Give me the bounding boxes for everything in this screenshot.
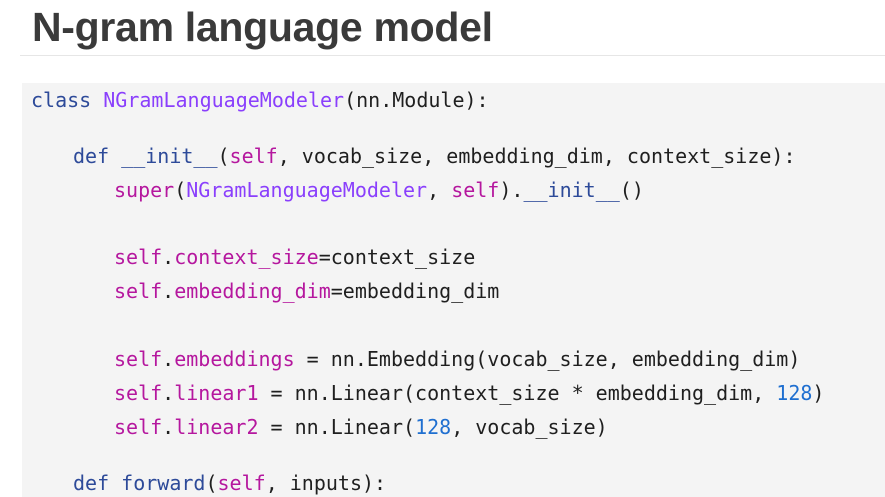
self-ref: self	[114, 245, 163, 269]
code-punct: .	[162, 279, 175, 303]
code-line-embedding-dim: self.embedding_dim=embedding_dim	[114, 279, 499, 303]
code-punct: (	[174, 178, 187, 202]
code-punct: .	[162, 381, 175, 405]
code-punct: ).	[499, 178, 524, 202]
code-line-linear1: self.linear1 = nn.Linear(context_size * …	[114, 381, 824, 405]
assignment: = nn.Linear(	[258, 415, 416, 439]
init-params: , vocab_size, embedding_dim, context_siz…	[277, 144, 796, 168]
title-divider	[20, 55, 885, 56]
assignment: = nn.Embedding(vocab_size, embedding_dim…	[294, 347, 801, 371]
super-class-name: NGramLanguageModeler	[186, 178, 428, 202]
class-base: (nn.Module):	[344, 88, 489, 112]
code-punct: )	[812, 381, 825, 405]
code-line-embeddings: self.embeddings = nn.Embedding(vocab_siz…	[114, 347, 800, 371]
keyword-class: class	[31, 88, 92, 112]
attribute-name: linear2	[174, 415, 259, 439]
code-line-context-size: self.context_size=context_size	[114, 245, 475, 269]
forward-params: , inputs):	[265, 471, 387, 495]
code-line-linear2: self.linear2 = nn.Linear(128, vocab_size…	[114, 415, 608, 439]
slide-title: N-gram language model	[32, 4, 493, 50]
keyword-def: def	[73, 471, 110, 495]
attribute-name: context_size	[174, 245, 319, 269]
assignment: =context_size	[318, 245, 476, 269]
self-param: self	[217, 471, 266, 495]
attribute-name: embedding_dim	[174, 279, 331, 303]
super-fn: super	[114, 178, 175, 202]
slide: N-gram language model class NGramLanguag…	[0, 0, 885, 497]
code-punct: .	[162, 415, 175, 439]
code-line-forward-def: def forward(self, inputs):	[73, 471, 386, 495]
code-punct: , vocab_size)	[451, 415, 608, 439]
code-punct: (	[205, 471, 218, 495]
code-punct: ()	[619, 178, 644, 202]
code-line-init-def: def __init__(self, vocab_size, embedding…	[73, 144, 795, 168]
assignment: = nn.Linear(context_size * embedding_dim…	[258, 381, 777, 405]
function-name: __init__	[121, 144, 218, 168]
self-ref: self	[114, 381, 163, 405]
attribute-name: embeddings	[174, 347, 295, 371]
code-punct: (	[217, 144, 230, 168]
attribute-name: linear1	[174, 381, 259, 405]
code-line-super-call: super(NGramLanguageModeler, self).__init…	[114, 178, 644, 202]
self-param: self	[229, 144, 278, 168]
code-block: class NGramLanguageModeler(nn.Module): d…	[22, 83, 885, 497]
number-literal: 128	[415, 415, 452, 439]
class-name: NGramLanguageModeler	[103, 88, 345, 112]
assignment: =embedding_dim	[330, 279, 500, 303]
code-line-class-def: class NGramLanguageModeler(nn.Module):	[31, 88, 489, 112]
self-ref: self	[114, 347, 163, 371]
number-literal: 128	[776, 381, 813, 405]
super-init-name: __init__	[523, 178, 620, 202]
code-punct: .	[162, 245, 175, 269]
code-punct: .	[162, 347, 175, 371]
function-name: forward	[121, 471, 206, 495]
keyword-def: def	[73, 144, 110, 168]
self-ref: self	[114, 279, 163, 303]
code-punct: ,	[427, 178, 452, 202]
self-ref: self	[114, 415, 163, 439]
self-arg: self	[451, 178, 500, 202]
